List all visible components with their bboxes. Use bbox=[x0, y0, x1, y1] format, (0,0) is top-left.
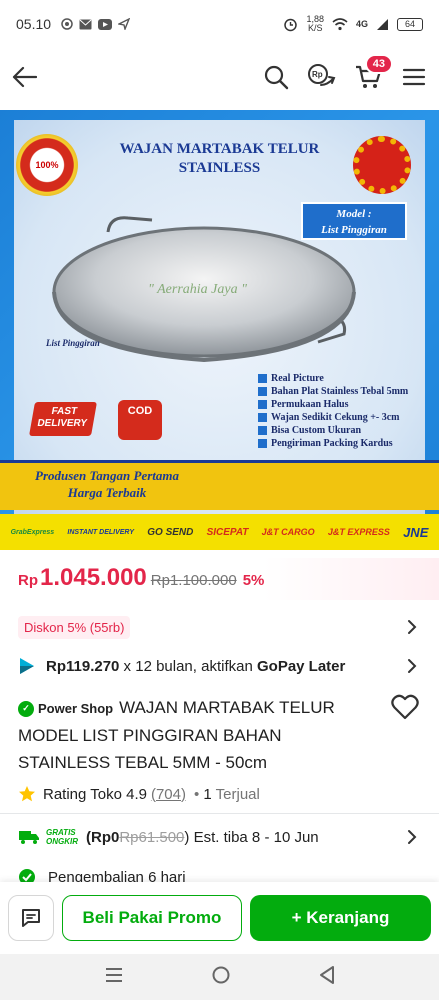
product-image-title: WAJAN MARTABAK TELUR STAINLESS bbox=[119, 141, 320, 176]
status-bar: 05.10 1,88 K/S 4G 64 bbox=[0, 0, 439, 48]
chevron-right-icon bbox=[403, 618, 421, 636]
back-triangle-icon bbox=[319, 965, 334, 984]
bottom-action-bar: Beli Pakai Promo + Keranjang bbox=[0, 882, 439, 954]
courier-logo: SICEPAT bbox=[206, 526, 249, 538]
arrow-left-icon bbox=[12, 66, 37, 88]
checkbox-icon bbox=[258, 439, 267, 448]
share-rp-icon: Rp bbox=[308, 64, 336, 86]
power-shop-badge: ✓ Power Shop bbox=[18, 695, 113, 722]
checkbox-icon bbox=[258, 426, 267, 435]
notification-icons bbox=[61, 18, 131, 30]
courier-logo: J&T EXPRESS bbox=[327, 527, 390, 537]
courier-logo: INSTANT DELIVERY bbox=[67, 528, 135, 536]
notification-icon bbox=[61, 18, 73, 30]
alarm-icon bbox=[284, 18, 298, 31]
back-nav-button[interactable] bbox=[318, 965, 336, 990]
recent-apps-icon bbox=[105, 967, 122, 982]
gopay-later-icon bbox=[20, 658, 34, 674]
product-title: ✓ Power Shop WAJAN MARTABAK TELUR MODEL LI… bbox=[18, 694, 378, 776]
store-rating: Rating Toko 4.9 bbox=[43, 785, 147, 803]
mail-icon bbox=[79, 19, 92, 29]
shipping-estimate: (Rp0Rp61.500) Est. tiba 8 - 10 Jun bbox=[86, 828, 319, 846]
discount-row[interactable]: Diskon 5% (55rb) bbox=[0, 612, 439, 642]
recent-apps-button[interactable] bbox=[104, 966, 124, 989]
feature-item: Bahan Plat Stainless Tebal 5mm bbox=[258, 385, 408, 398]
rating-row: Rating Toko 4.9 (704) • 1 Terjual bbox=[0, 782, 439, 806]
courier-logos: GrabExpress INSTANT DELIVERY GO SEND SIC… bbox=[0, 514, 439, 550]
chevron-right-icon bbox=[403, 828, 421, 846]
signal-icon bbox=[377, 18, 388, 30]
divider bbox=[0, 813, 439, 814]
home-circle-icon bbox=[212, 966, 229, 983]
power-shop-icon: ✓ bbox=[18, 700, 34, 717]
clock: 05.10 bbox=[16, 16, 52, 32]
courier-logo: J&T CARGO bbox=[261, 527, 315, 537]
add-to-cart-button[interactable]: + Keranjang bbox=[250, 895, 431, 941]
system-nav-bar bbox=[0, 954, 439, 1000]
courier-logo: GrabExpress bbox=[10, 528, 55, 536]
app-bar: Rp 43 bbox=[0, 48, 439, 106]
buy-with-promo-button[interactable]: Beli Pakai Promo bbox=[62, 895, 242, 941]
checkbox-icon bbox=[258, 374, 267, 383]
price-row: Rp 1.045.000 Rp1.100.000 5% bbox=[0, 558, 439, 600]
gopay-later-row[interactable]: Rp119.270 x 12 bulan, aktifkan GoPay Lat… bbox=[0, 652, 439, 680]
checkbox-icon bbox=[258, 413, 267, 422]
review-count-link[interactable]: (704) bbox=[151, 786, 186, 803]
courier-logo: GO SEND bbox=[147, 526, 194, 538]
wishlist-button[interactable] bbox=[391, 694, 419, 722]
product-image[interactable]: 100% WAJAN MARTABAK TELUR STAINLESS Mode… bbox=[0, 110, 439, 550]
list-pinggiran-annotation: List Pinggiran bbox=[46, 338, 100, 348]
checkbox-icon bbox=[258, 387, 267, 396]
gopay-later-text: Rp119.270 x 12 bulan, aktifkan GoPay Lat… bbox=[46, 657, 346, 675]
shipping-row[interactable]: GRATIS ONGKIR (Rp0Rp61.500) Est. tiba 8 -… bbox=[0, 822, 439, 852]
wifi-icon bbox=[332, 17, 348, 30]
cart-button[interactable]: 43 bbox=[353, 54, 393, 92]
discount-percent: 5% bbox=[242, 572, 265, 589]
search-icon bbox=[264, 65, 289, 90]
back-button[interactable] bbox=[10, 63, 38, 91]
feature-item: Permukaan Halus bbox=[258, 398, 408, 411]
send-icon bbox=[118, 18, 131, 30]
hamburger-icon bbox=[402, 68, 426, 86]
network-type: 4G bbox=[355, 19, 368, 29]
courier-logo: JNE bbox=[403, 524, 429, 540]
checkbox-icon bbox=[258, 400, 267, 409]
cart-count-badge: 43 bbox=[364, 54, 393, 74]
heart-icon bbox=[391, 694, 419, 720]
discount-chip: Diskon 5% (55rb) bbox=[18, 615, 131, 639]
star-icon bbox=[19, 786, 35, 802]
chat-button[interactable] bbox=[8, 895, 54, 941]
chevron-right-icon bbox=[403, 657, 421, 675]
home-button[interactable] bbox=[211, 965, 231, 990]
network-speed: 1,88 K/S bbox=[306, 14, 324, 33]
truck-icon bbox=[19, 831, 39, 844]
free-shipping-badge: GRATIS ONGKIR bbox=[46, 828, 78, 846]
svg-text:Rp: Rp bbox=[312, 70, 323, 79]
menu-button[interactable] bbox=[399, 62, 429, 92]
feature-item: Wajan Sedikit Cekung +- 3cm bbox=[258, 411, 408, 424]
promo-banner-text: Produsen Tangan Pertama Harga Terbaik bbox=[35, 468, 179, 500]
chat-icon bbox=[22, 909, 40, 927]
feature-list: Real Picture Bahan Plat Stainless Tebal … bbox=[258, 372, 408, 450]
feature-item: Real Picture bbox=[258, 372, 408, 385]
cod-badge: COD bbox=[118, 400, 162, 440]
fast-delivery-badge: FAST DELIVERY bbox=[29, 402, 97, 436]
feature-item: Pengiriman Packing Kardus bbox=[258, 437, 408, 450]
battery-icon: 64 bbox=[397, 17, 423, 31]
currency-label: Rp bbox=[18, 572, 38, 589]
share-button[interactable]: Rp bbox=[307, 62, 337, 92]
search-button[interactable] bbox=[261, 62, 291, 92]
youtube-icon bbox=[98, 18, 113, 30]
image-watermark: " Aerrahia Jaya " bbox=[148, 282, 247, 297]
sold-count: • 1 Terjual bbox=[194, 785, 260, 803]
original-price: Rp1.100.000 bbox=[150, 572, 237, 589]
feature-item: Bisa Custom Ukuran bbox=[258, 424, 408, 437]
current-price: 1.045.000 bbox=[40, 564, 147, 591]
